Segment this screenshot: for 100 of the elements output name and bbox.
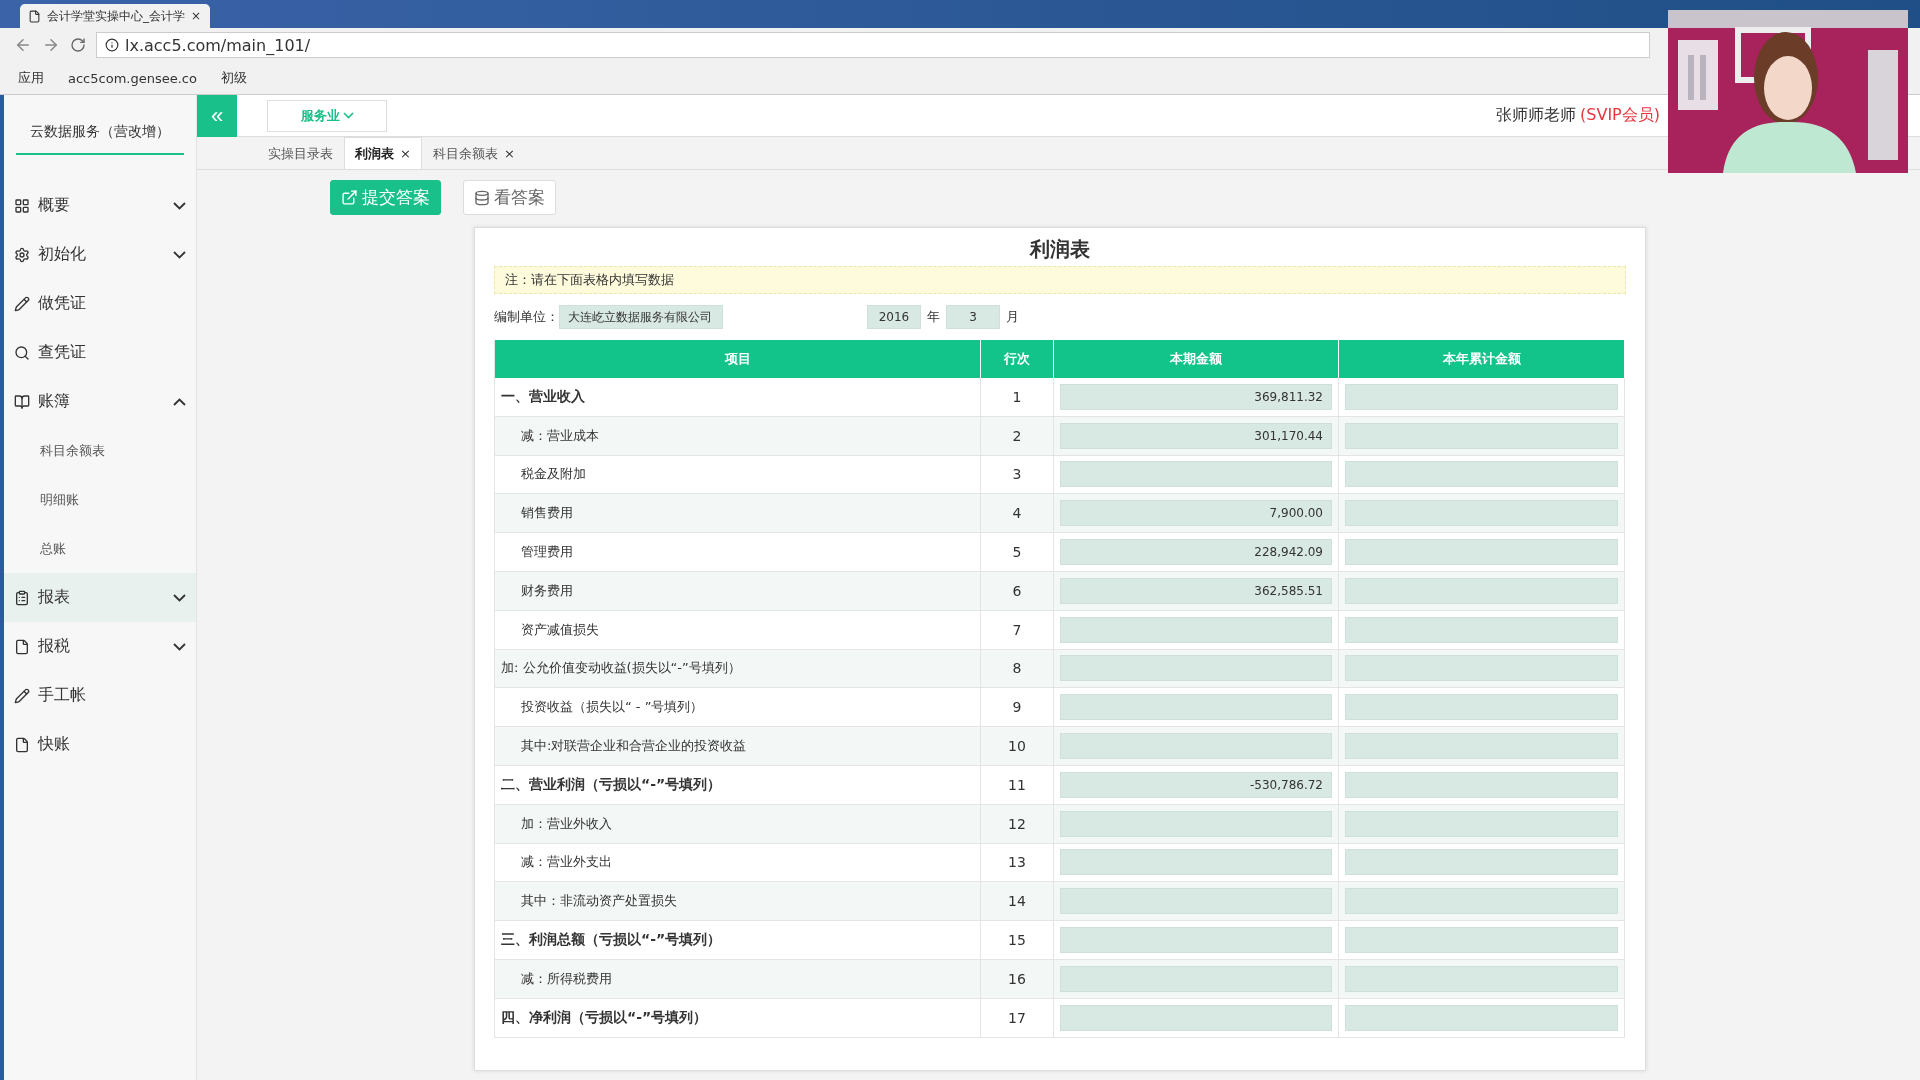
line-number: 1 (1012, 388, 1022, 405)
amount-field[interactable] (1345, 539, 1618, 566)
row-label: 三、利润总额（亏损以“-”号填列） (501, 931, 722, 950)
row-label: 加: 公允价值变动收益(损失以“-”号填列） (501, 659, 741, 678)
row-label: 其中:对联营企业和合营企业的投资收益 (520, 737, 747, 756)
chevron-down-icon (342, 112, 354, 119)
month-field[interactable]: 3 (946, 305, 1000, 329)
reload-icon[interactable] (70, 37, 86, 53)
amount-field[interactable] (1345, 422, 1618, 449)
amount-field[interactable] (1345, 383, 1618, 410)
line-number: 13 (1008, 854, 1026, 871)
chevron-down-icon (173, 642, 186, 651)
report-title: 利润表 (1028, 236, 1091, 263)
sidebar-subitem[interactable]: 明细账 (4, 475, 196, 524)
sidebar-item[interactable]: 做凭证 (4, 279, 196, 328)
line-number: 3 (1012, 466, 1022, 483)
amount-field[interactable] (1345, 771, 1618, 798)
sidebar-item[interactable]: 快账 (4, 720, 196, 769)
line-number: 16 (1008, 970, 1026, 987)
amount-field[interactable]: 369,811.32 (1060, 383, 1332, 410)
bookmark[interactable]: 初级 (220, 69, 247, 87)
amount-field[interactable] (1060, 616, 1332, 643)
close-icon[interactable]: × (191, 9, 202, 23)
sidebar-item[interactable]: 报表 (4, 573, 196, 622)
back-icon[interactable] (14, 36, 32, 54)
amount-field[interactable] (1060, 810, 1332, 837)
year-label: 年 (927, 308, 940, 326)
file-icon (28, 9, 41, 23)
forward-icon[interactable] (42, 36, 60, 54)
amount-field[interactable] (1060, 733, 1332, 760)
line-number: 8 (1012, 660, 1022, 677)
amount-field[interactable] (1345, 849, 1618, 876)
row-label: 税金及附加 (520, 465, 586, 484)
grid-icon (14, 197, 30, 214)
amount-field[interactable] (1345, 888, 1618, 915)
amount-field[interactable] (1345, 500, 1618, 527)
address-bar[interactable]: lx.acc5.com/main_101/ (96, 32, 1650, 58)
amount-field[interactable] (1345, 461, 1618, 488)
chevron-down-icon (173, 593, 186, 602)
page-tab[interactable]: 科目余额表 × (421, 137, 526, 169)
pencil-icon (14, 295, 30, 312)
amount-field[interactable] (1345, 655, 1618, 682)
bookmark[interactable]: 应用 (18, 69, 44, 87)
row-label: 四、净利润（亏损以“-”号填列） (501, 1008, 708, 1027)
chevron-down-icon (173, 201, 186, 210)
amount-field[interactable]: 301,170.44 (1060, 422, 1332, 449)
amount-field[interactable] (1345, 927, 1618, 954)
file-icon (14, 736, 30, 753)
amount-field[interactable] (1345, 733, 1618, 760)
amount-field[interactable] (1060, 694, 1332, 721)
chevron-down-icon (173, 250, 186, 259)
amount-field[interactable] (1345, 1004, 1618, 1031)
row-label: 一、营业收入 (501, 387, 585, 406)
pencil-icon (14, 687, 30, 704)
search-icon (14, 344, 30, 361)
amount-field[interactable]: 7,900.00 (1060, 500, 1332, 527)
answer-button[interactable]: 看答案 (463, 180, 556, 215)
column-header: 本年累计金额 (1339, 340, 1625, 378)
column-header: 行次 (981, 340, 1054, 378)
sidebar-subitem[interactable]: 总账 (4, 524, 196, 573)
amount-field[interactable] (1345, 810, 1618, 837)
year-field[interactable]: 2016 (867, 305, 921, 329)
amount-field[interactable] (1345, 694, 1618, 721)
sidebar-item[interactable]: 账簿 (4, 377, 196, 426)
browser-tab[interactable]: 会计学堂实操中心_会计学 × (20, 4, 210, 28)
amount-field[interactable] (1060, 1004, 1332, 1031)
amount-field[interactable] (1060, 965, 1332, 992)
amount-field[interactable]: 362,585.51 (1060, 577, 1332, 604)
membership-label: (SVIP会员) (1580, 105, 1660, 126)
amount-field[interactable]: 228,942.09 (1060, 539, 1332, 566)
month-label: 月 (1006, 308, 1019, 326)
row-label: 减：营业成本 (520, 426, 599, 445)
line-number: 7 (1012, 621, 1022, 638)
sidebar-item[interactable]: 报税 (4, 622, 196, 671)
amount-field[interactable] (1060, 927, 1332, 954)
close-icon[interactable]: × (503, 146, 515, 161)
sidebar-item[interactable]: 初始化 (4, 230, 196, 279)
amount-field[interactable]: -530,786.72 (1060, 771, 1332, 798)
line-number: 17 (1008, 1009, 1026, 1026)
sidebar-subitem[interactable]: 科目余额表 (4, 426, 196, 475)
amount-field[interactable] (1060, 849, 1332, 876)
amount-field[interactable] (1060, 461, 1332, 488)
amount-field[interactable] (1345, 577, 1618, 604)
amount-field[interactable] (1345, 616, 1618, 643)
sidebar-item[interactable]: 手工帐 (4, 671, 196, 720)
row-label: 财务费用 (520, 581, 573, 600)
database-icon (474, 189, 490, 206)
sidebar-item[interactable]: 查凭证 (4, 328, 196, 377)
bookmark[interactable]: acc5com.gensee.co (68, 70, 197, 86)
sidebar-item[interactable]: 概要 (4, 181, 196, 230)
book-icon (14, 393, 30, 410)
row-label: 减：营业外支出 (520, 853, 612, 872)
page-tab[interactable]: 利润表 × (344, 137, 422, 169)
amount-field[interactable] (1060, 888, 1332, 915)
row-label: 其中：非流动资产处置损失 (520, 892, 677, 911)
page-tab[interactable]: 实操目录表 (257, 137, 344, 169)
amount-field[interactable] (1060, 655, 1332, 682)
close-icon[interactable]: × (400, 146, 411, 161)
unit-field[interactable]: 大连屹立数据服务有限公司 (559, 305, 723, 329)
amount-field[interactable] (1345, 965, 1618, 992)
